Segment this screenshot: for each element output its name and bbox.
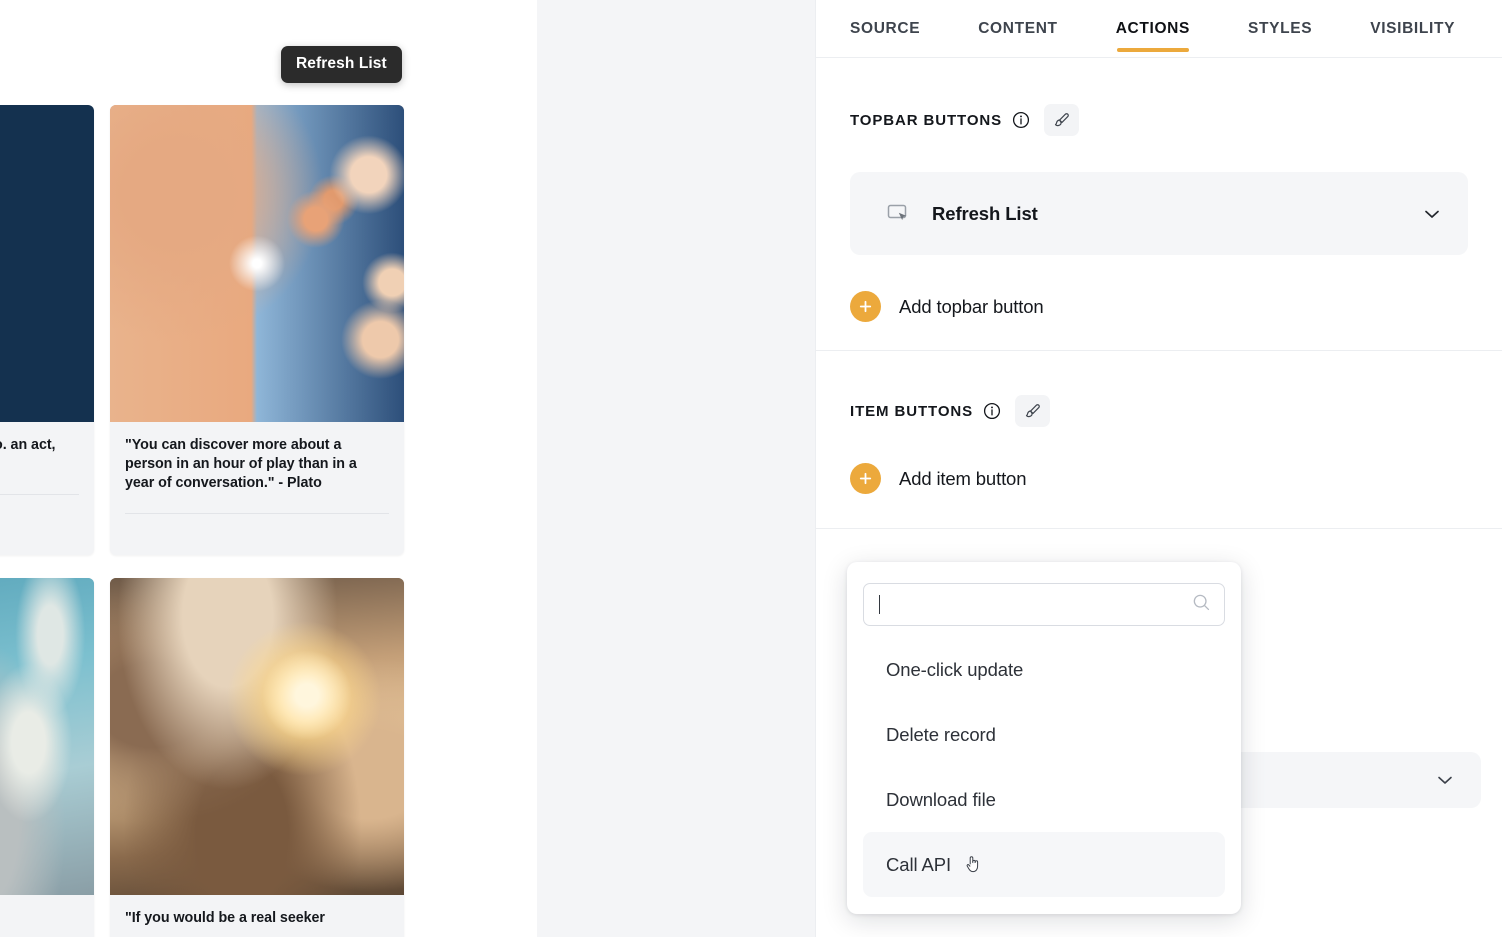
card-image bbox=[0, 105, 94, 422]
dropdown-option-download-file[interactable]: Download file bbox=[863, 767, 1225, 832]
panel-tabs: SOURCE CONTENT ACTIONS STYLES VISIBILITY bbox=[816, 0, 1502, 58]
topbar-button-label: Refresh List bbox=[932, 202, 1038, 224]
tab-visibility[interactable]: VISIBILITY bbox=[1370, 0, 1455, 58]
card-quote-text: s that I bbox=[0, 909, 79, 928]
quote-card[interactable]: s that I bbox=[0, 578, 94, 937]
add-item-button[interactable]: Add item button bbox=[850, 463, 1468, 494]
dropdown-option-label: Delete record bbox=[886, 723, 996, 745]
card-image bbox=[0, 578, 94, 895]
tab-styles[interactable]: STYLES bbox=[1248, 0, 1312, 58]
item-buttons-section: ITEM BUTTONS Add item button bbox=[816, 351, 1502, 529]
canvas-gutter bbox=[537, 0, 815, 937]
card-body: "If you would be a real seeker bbox=[110, 895, 404, 928]
click-target-icon bbox=[886, 201, 912, 227]
info-circle-icon[interactable] bbox=[983, 402, 1001, 420]
card-body: s that I bbox=[0, 895, 94, 928]
tab-content[interactable]: CONTENT bbox=[978, 0, 1057, 58]
dropdown-search-field[interactable] bbox=[863, 583, 1225, 626]
card-divider bbox=[0, 494, 79, 495]
paintbrush-icon[interactable] bbox=[1044, 104, 1080, 136]
tab-actions[interactable]: ACTIONS bbox=[1116, 0, 1190, 58]
dropdown-option-one-click-update[interactable]: One-click update bbox=[863, 637, 1225, 702]
card-quote-text: "You can discover more about a person in… bbox=[125, 437, 357, 491]
section-title: TOPBAR BUTTONS bbox=[850, 111, 1003, 129]
section-header: ITEM BUTTONS bbox=[850, 395, 1468, 427]
card-body: "You can discover more about a person in… bbox=[110, 422, 404, 514]
chevron-down-icon[interactable] bbox=[1421, 203, 1443, 225]
section-title: ITEM BUTTONS bbox=[850, 402, 974, 420]
add-item-button-label: Add item button bbox=[899, 467, 1027, 489]
topbar-buttons-section: TOPBAR BUTTONS Refresh List Add topbar b… bbox=[816, 58, 1502, 351]
plus-icon bbox=[850, 463, 881, 494]
card-body: edly do. an act, but bbox=[0, 422, 94, 495]
quote-card[interactable]: edly do. an act, but bbox=[0, 105, 94, 555]
card-image bbox=[110, 105, 404, 422]
dropdown-option-label: Call API bbox=[886, 853, 952, 875]
section-header: TOPBAR BUTTONS bbox=[850, 104, 1468, 136]
card-image bbox=[110, 578, 404, 895]
dropdown-option-label: One-click update bbox=[886, 658, 1024, 680]
add-topbar-button[interactable]: Add topbar button bbox=[850, 291, 1468, 322]
app-preview-canvas: edly do. an act, but "You can discover m… bbox=[0, 0, 537, 937]
search-input[interactable] bbox=[880, 595, 1191, 614]
plus-icon bbox=[850, 291, 881, 322]
pointer-hand-cursor-icon bbox=[965, 855, 982, 874]
dropdown-option-label: Download file bbox=[886, 788, 996, 810]
tab-source[interactable]: SOURCE bbox=[850, 0, 920, 58]
info-circle-icon[interactable] bbox=[1012, 111, 1030, 129]
card-quote-text: edly do. an act, but bbox=[0, 437, 56, 453]
action-type-dropdown: One-click update Delete record Download … bbox=[847, 562, 1241, 914]
card-divider bbox=[125, 513, 389, 514]
dropdown-option-list: One-click update Delete record Download … bbox=[863, 637, 1225, 897]
refresh-list-tooltip: Refresh List bbox=[281, 46, 402, 83]
chevron-down-icon[interactable] bbox=[1434, 769, 1456, 791]
dropdown-option-delete-record[interactable]: Delete record bbox=[863, 702, 1225, 767]
search-icon bbox=[1191, 592, 1212, 618]
quote-card[interactable]: "You can discover more about a person in… bbox=[110, 105, 404, 555]
dropdown-option-call-api[interactable]: Call API bbox=[863, 832, 1225, 897]
add-topbar-button-label: Add topbar button bbox=[899, 295, 1044, 317]
quote-card[interactable]: "If you would be a real seeker bbox=[110, 578, 404, 937]
topbar-button-row-refresh-list[interactable]: Refresh List bbox=[850, 172, 1468, 255]
paintbrush-icon[interactable] bbox=[1015, 395, 1051, 427]
card-quote-text: "If you would be a real seeker bbox=[125, 910, 325, 926]
